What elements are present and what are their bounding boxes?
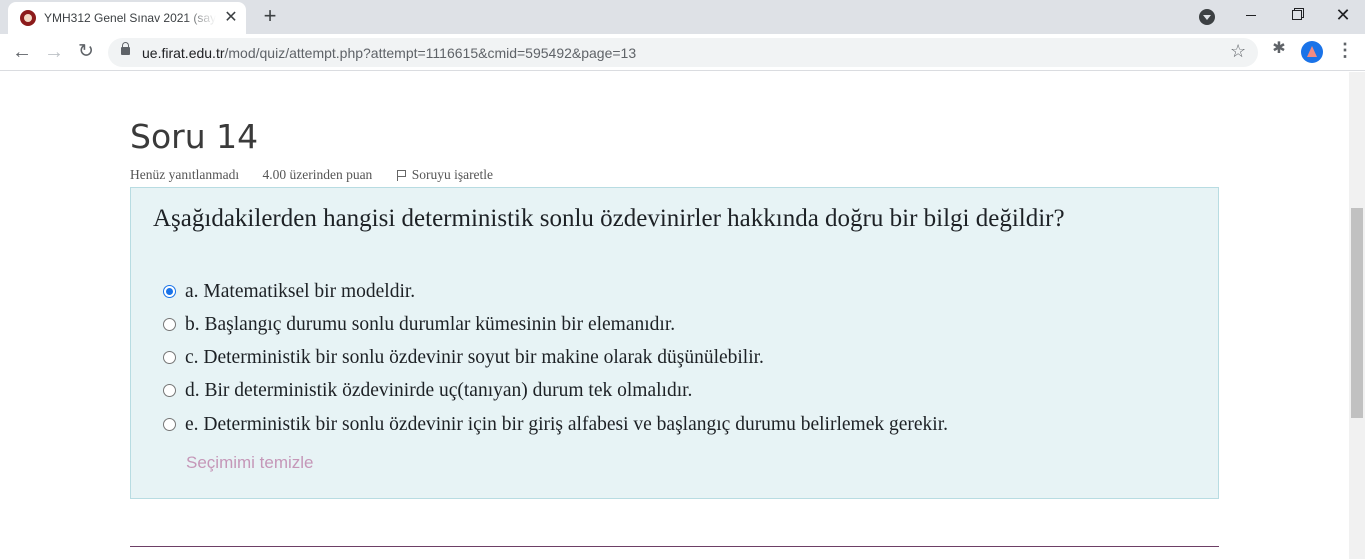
bookmark-star-icon[interactable]: ☆	[1230, 41, 1246, 62]
url-text[interactable]: ue.firat.edu.tr/mod/quiz/attempt.php?att…	[142, 45, 636, 61]
answer-label-e[interactable]: e. Deterministik bir sonlu özdevinir içi…	[185, 414, 948, 436]
question-text: Aşağıdakilerden hangisi deterministik so…	[153, 205, 1065, 232]
answer-radio-e[interactable]	[163, 418, 176, 431]
answer-label-a[interactable]: a. Matematiksel bir modeldir.	[185, 281, 415, 303]
question-content-box: Aşağıdakilerden hangisi deterministik so…	[130, 187, 1219, 499]
tab-strip: YMH312 Genel Sınav 2021 (sayfa 14 / 15) …	[0, 0, 1365, 34]
window-minimize-button[interactable]	[1228, 0, 1274, 32]
question-number-heading: Soru 14	[130, 117, 259, 156]
browser-toolbar: ← → ↻ ue.firat.edu.tr/mod/quiz/attempt.p…	[0, 34, 1365, 71]
answer-radio-c[interactable]	[163, 351, 176, 364]
question-grade: 4.00 üzerinden puan	[262, 167, 373, 182]
window-close-button[interactable]: ✕	[1320, 0, 1365, 32]
flag-question-label: Soruyu işaretle	[411, 167, 494, 182]
browser-tab[interactable]: YMH312 Genel Sınav 2021 (sayfa 14 / 15) …	[8, 2, 246, 34]
answer-label-b[interactable]: b. Başlangıç durumu sonlu durumlar kümes…	[185, 314, 675, 336]
tab-search-icon[interactable]	[1199, 9, 1215, 25]
flag-icon	[396, 169, 406, 181]
forward-arrow-icon[interactable]: →	[41, 40, 67, 66]
answer-radio-b[interactable]	[163, 318, 176, 331]
browser-menu-icon[interactable]: ⋮	[1336, 40, 1354, 60]
answer-radio-d[interactable]	[163, 384, 176, 397]
new-tab-button[interactable]: +	[258, 5, 282, 29]
page-scrollbar[interactable]	[1349, 72, 1365, 559]
section-divider	[130, 546, 1219, 547]
answer-radio-a[interactable]	[163, 285, 176, 298]
reload-icon[interactable]: ↻	[73, 40, 99, 66]
extensions-puzzle-icon[interactable]: ✱	[1270, 40, 1288, 58]
scrollbar-thumb[interactable]	[1351, 208, 1363, 418]
tab-close-icon[interactable]: ✕	[222, 9, 240, 27]
answer-label-c[interactable]: c. Deterministik bir sonlu özdevinir soy…	[185, 347, 764, 369]
flag-question-link[interactable]: Soruyu işaretle	[396, 167, 493, 183]
clear-choice-link[interactable]: Seçimimi temizle	[186, 453, 314, 473]
back-arrow-icon[interactable]: ←	[9, 40, 35, 66]
answer-label-d[interactable]: d. Bir deterministik özdevinirde uç(tanı…	[185, 380, 692, 402]
page-viewport: Soru 14 Henüz yanıtlanmadı 4.00 üzerinde…	[0, 72, 1349, 559]
question-state: Henüz yanıtlanmadı	[130, 167, 240, 182]
url-host: ue.firat.edu.tr	[142, 45, 225, 61]
site-favicon-icon	[20, 10, 36, 26]
profile-avatar[interactable]	[1301, 41, 1323, 63]
question-info: Henüz yanıtlanmadı 4.00 üzerinden puan S…	[130, 167, 493, 183]
window-restore-button[interactable]	[1274, 0, 1320, 32]
url-path: /mod/quiz/attempt.php?attempt=1116615&cm…	[224, 45, 637, 61]
tab-title: YMH312 Genel Sınav 2021 (sayfa 14 / 15)	[44, 11, 216, 25]
lock-icon[interactable]	[121, 42, 130, 55]
address-bar[interactable]: ue.firat.edu.tr/mod/quiz/attempt.php?att…	[108, 38, 1258, 67]
